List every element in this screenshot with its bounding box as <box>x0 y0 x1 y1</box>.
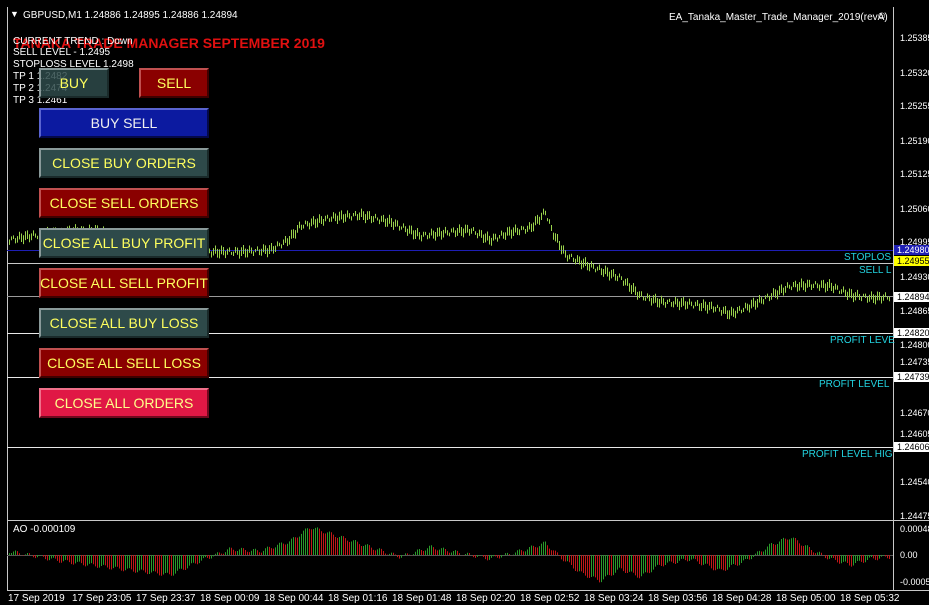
price-axis-label: 1.25385 <box>900 33 929 43</box>
price-axis-label: 1.24735 <box>900 357 929 367</box>
symbol-info: GBPUSD,M1 1.24886 1.24895 1.24886 1.2489… <box>23 10 238 21</box>
time-axis-label: 18 Sep 01:16 <box>328 593 388 604</box>
time-axis-label: 18 Sep 02:20 <box>456 593 516 604</box>
time-axis-label: 17 Sep 23:05 <box>72 593 132 604</box>
price-axis-label: 1.24800 <box>900 340 929 350</box>
close-all-orders-button[interactable]: CLOSE ALL ORDERS <box>39 388 209 418</box>
profit-level-high-label: PROFIT LEVEL HIG <box>802 449 893 460</box>
smiley-icon[interactable]: ☺ <box>876 11 887 22</box>
chart-window[interactable]: ▼ GBPUSD,M1 1.24886 1.24895 1.24886 1.24… <box>0 0 929 605</box>
price-axis-label: 1.25190 <box>900 136 929 146</box>
price-axis-label: 1.25060 <box>900 204 929 214</box>
time-axis-label: 18 Sep 05:00 <box>776 593 836 604</box>
close-all-sell-profit-button[interactable]: CLOSE ALL SELL PROFIT <box>39 268 209 298</box>
price-axis-label: 1.25125 <box>900 169 929 179</box>
time-axis-label: 18 Sep 00:44 <box>264 593 324 604</box>
close-sell-orders-button[interactable]: CLOSE SELL ORDERS <box>39 188 209 218</box>
buy-button[interactable]: BUY <box>39 68 109 98</box>
bid-price-tag: 1.24955 <box>894 256 929 266</box>
price-axis-label: 1.24540 <box>900 477 929 487</box>
ao-axis-label: 0.00048 <box>900 524 929 534</box>
current-price-tag: 1.24894 <box>894 292 929 302</box>
ea-name: EA_Tanaka_Master_Trade_Manager_2019(revA… <box>669 12 888 23</box>
sell-level-info: SELL LEVEL - 1.2495 <box>13 47 111 58</box>
time-axis-label: 18 Sep 03:56 <box>648 593 708 604</box>
sell-level-label: SELL L <box>859 265 892 276</box>
time-axis-label: 18 Sep 03:24 <box>584 593 644 604</box>
profit-level-mid-label: PROFIT LEVEL <box>819 379 890 390</box>
price-axis-label: 1.24865 <box>900 306 929 316</box>
stoploss-price-tag: 1.24980 <box>894 245 929 255</box>
buy-sell-button[interactable]: BUY SELL <box>39 108 209 138</box>
triangle-down-icon[interactable]: ▼ <box>10 9 19 20</box>
ao-indicator-label: AO -0.000109 <box>13 524 76 535</box>
time-axis-label: 18 Sep 02:52 <box>520 593 580 604</box>
price-axis-label: 1.24475 <box>900 511 929 521</box>
tp3-price-tag: 1.24606 <box>894 442 929 452</box>
sell-button[interactable]: SELL <box>139 68 209 98</box>
current-trend: CURRENT TREND : Down <box>13 36 133 47</box>
price-axis-label: 1.24605 <box>900 429 929 439</box>
close-all-buy-profit-button[interactable]: CLOSE ALL BUY PROFIT <box>39 228 209 258</box>
tp2-price-tag: 1.24739 <box>894 372 929 382</box>
price-axis-label: 1.25320 <box>900 68 929 78</box>
close-buy-orders-button[interactable]: CLOSE BUY ORDERS <box>39 148 209 178</box>
time-axis-label: 18 Sep 04:28 <box>712 593 772 604</box>
time-axis-label: 17 Sep 23:37 <box>136 593 196 604</box>
time-axis-label: 17 Sep 2019 <box>8 593 65 604</box>
tp1-price-tag: 1.24820 <box>894 328 929 338</box>
stoploss-level-label: STOPLOS <box>844 252 892 263</box>
close-all-sell-loss-button[interactable]: CLOSE ALL SELL LOSS <box>39 348 209 378</box>
profit-level-low-label: PROFIT LEVE <box>830 335 895 346</box>
price-axis-label: 1.24670 <box>900 408 929 418</box>
price-axis-label: 1.25255 <box>900 101 929 111</box>
time-axis-label: 18 Sep 05:32 <box>840 593 900 604</box>
time-axis-label: 18 Sep 00:09 <box>200 593 260 604</box>
ao-axis-label: 0.00 <box>900 550 918 560</box>
ao-axis-label: -0.00053 <box>900 577 929 587</box>
price-axis-label: 1.24930 <box>900 272 929 282</box>
ao-histogram <box>9 527 890 583</box>
close-all-buy-loss-button[interactable]: CLOSE ALL BUY LOSS <box>39 308 209 338</box>
time-axis-label: 18 Sep 01:48 <box>392 593 452 604</box>
